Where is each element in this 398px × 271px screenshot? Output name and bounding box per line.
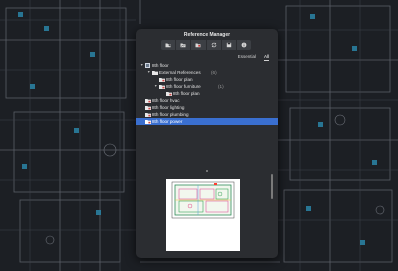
tree-row-xref[interactable]: 8th floor hvac [136,97,278,104]
expand-arrow-icon[interactable]: ▼ [147,69,150,76]
tree-label: 8th floor hvac [152,98,180,103]
save-icon [226,42,231,48]
tree-row-xref[interactable]: 8th floor lighting [136,104,278,111]
reference-tree: ▼ 8th floor ▼ External References (6) 8t… [136,62,278,125]
tree-row-xref[interactable]: 8th floor plan [136,76,278,83]
tree-row-root[interactable]: ▼ 8th floor [136,62,278,69]
panel-title: Reference Manager [183,32,231,38]
tree-label: 8th floor [152,63,169,68]
tree-label: 8th floor power [152,119,183,124]
attach-dwg-button[interactable] [161,40,177,50]
scrollbar[interactable] [271,174,273,199]
attach-pdf-icon [195,43,201,48]
tree-label: 8th floor lighting [152,105,185,110]
reference-count: (6) [211,70,217,75]
tree-label: 8th floor plan [166,77,193,82]
reference-manager-panel: Reference Manager Essential All ▼ 8th fl… [136,29,278,258]
tree-label: 8th floor plumbing [152,112,189,117]
xref-icon [145,105,151,110]
refresh-icon [211,42,216,48]
reference-toolbar [161,40,251,50]
attach-dwg-icon [165,43,171,48]
xref-icon [159,77,165,82]
info-icon [241,42,247,48]
tree-label: 8th floor plan [173,91,200,96]
xref-icon [166,91,172,96]
tree-row-selected[interactable]: 8th floor power [136,118,278,125]
xref-icon [145,112,151,117]
xref-icon [145,119,151,124]
drawing-file-icon [145,63,150,68]
attach-image-button[interactable] [176,40,192,50]
xref-icon [145,98,151,103]
tree-row-nested-xref[interactable]: 8th floor plan [136,90,278,97]
filter-essential-tab[interactable]: Essential [238,54,256,61]
refresh-button[interactable] [207,40,222,50]
preview-thumbnail [171,181,235,219]
split-handle[interactable] [136,169,278,173]
xref-icon [159,84,165,89]
save-button[interactable] [222,40,237,50]
info-button[interactable] [237,40,251,50]
tree-label: 8th floor furniture [166,84,201,89]
tree-label: External References [159,70,201,75]
tree-row-xref[interactable]: 8th floor plumbing [136,111,278,118]
tree-row-xref[interactable]: ▼ 8th floor furniture (1) [136,83,278,90]
expand-arrow-icon[interactable]: ▼ [154,83,157,90]
expand-arrow-icon[interactable]: ▼ [140,62,143,69]
attach-pdf-button[interactable] [191,40,207,50]
attach-image-icon [180,43,186,48]
reference-preview [166,179,240,251]
tree-row-external-references[interactable]: ▼ External References (6) [136,69,278,76]
filter-all-tab[interactable]: All [263,54,269,61]
reference-count: (1) [218,84,224,89]
filter-tabs: Essential All [238,54,269,61]
split-handle-dot [206,170,208,172]
folder-icon [152,70,158,75]
